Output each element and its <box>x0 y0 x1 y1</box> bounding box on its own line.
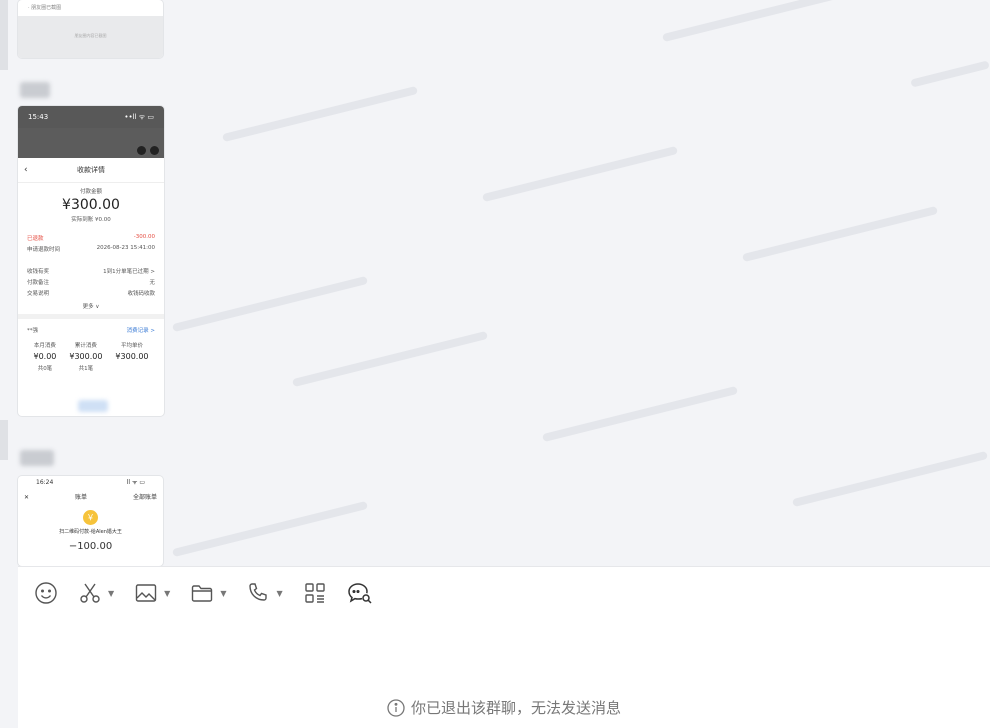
detail-value: 无 <box>149 280 155 286</box>
stat-label: 平均单价 <box>120 343 143 349</box>
phone-nav-bar: ✕ 账单 全部账单 <box>18 490 163 506</box>
more-link: 更多 ∨ <box>82 304 100 310</box>
payer-stats: 本月消费 ¥0.00 共0笔 累计消费 ¥300.00 共1笔 平均单价 ¥300.00 <box>27 337 155 376</box>
notice-text: 你已退出该群聊，无法发送消息 <box>410 699 621 717</box>
detail-label: 交易说明 <box>27 291 50 297</box>
back-icon: ‹ <box>24 165 28 175</box>
close-icon: ✕ <box>24 494 30 501</box>
payer-section: **强 消费记录 > 本月消费 ¥0.00 共0笔 累计消费 ¥300.00 共1笔 平均… <box>18 319 164 380</box>
watermark <box>292 330 488 388</box>
blurred-button <box>78 400 108 412</box>
emoji-icon <box>35 582 57 604</box>
status-icons: ll ᯤ ▭ <box>126 479 145 486</box>
image-placeholder-text: 朋友圈内容已截图 <box>18 16 163 58</box>
status-time: 15:43 <box>28 113 49 121</box>
stat-label: 累计消费 <box>74 343 97 349</box>
merchant-name: 扫二维码付款-给Alen婚大王 <box>59 529 122 535</box>
stat-sub: 共0笔 <box>37 366 53 372</box>
scroll-edge <box>0 0 8 70</box>
group-exit-notice: 你已退出该群聊，无法发送消息 <box>18 697 990 718</box>
phone-nav-bar: ‹ 收款详情 <box>18 158 164 183</box>
phone-status-bar: 16:24 ll ᯤ ▭ <box>18 476 163 490</box>
amount-label: 付款金额 <box>79 189 102 195</box>
composer-toolbar: ▼ ▼ ▼ ▼ <box>18 567 990 619</box>
refund-time-label: 申请退款时间 <box>27 247 61 253</box>
more-icon <box>137 146 146 155</box>
refund-time-value: 2026-08-23 15:41:00 <box>96 245 155 251</box>
stat-sub: 共1笔 <box>78 366 94 372</box>
sender-name-blurred <box>20 450 54 466</box>
chevron-down-icon[interactable]: ▼ <box>108 589 114 598</box>
stat-value: ¥0.00 <box>33 352 57 361</box>
detail-label: 收钱有奖 <box>27 269 50 275</box>
sender-name-blurred <box>20 82 50 98</box>
all-bills-link: 全部账单 <box>132 494 157 501</box>
detail-section: 收钱有奖 1到1分单笔已过期 > 付款备注 无 交易说明 收钱码收款 更多 ∨ <box>18 260 164 314</box>
watermark <box>910 60 990 88</box>
chat-history-search-button[interactable] <box>347 581 373 605</box>
coin-icon: ￥ <box>83 510 98 525</box>
detail-value: 收钱码收款 <box>127 291 155 297</box>
message-composer: ▼ ▼ ▼ ▼ 你已退出该群聊，无法发送消息 <box>18 566 990 728</box>
detail-value: 1到1分单笔已过期 > <box>103 269 155 275</box>
image-button[interactable]: ▼ <box>134 581 170 605</box>
phone-icon <box>249 583 268 601</box>
watermark <box>542 385 738 443</box>
bill-amount: −100.00 <box>68 541 113 552</box>
stat-value: ¥300.00 <box>115 352 149 361</box>
watermark <box>222 85 418 143</box>
phone-overlay-bar <box>18 128 164 158</box>
refunded-value: -300.00 <box>133 234 155 240</box>
image-caption: · 朋友圈已截图 <box>18 0 163 17</box>
amount-value: ¥300.00 <box>62 197 120 213</box>
chevron-down-icon[interactable]: ▼ <box>164 589 170 598</box>
info-icon <box>387 698 405 717</box>
folder-icon <box>192 585 213 602</box>
nav-title: 账单 <box>75 494 88 501</box>
chat-search-icon <box>347 583 372 604</box>
refunded-label: 已退款 <box>27 236 44 242</box>
received-label: 实际到账 <box>71 217 94 223</box>
payer-name: **强 <box>27 328 39 334</box>
watermark <box>482 145 678 203</box>
chevron-down-icon[interactable]: ▼ <box>220 589 226 598</box>
nav-title: 收款详情 <box>77 166 105 174</box>
image-icon <box>135 584 157 602</box>
received-value: ¥0.00 <box>95 217 111 223</box>
watermark <box>792 450 988 508</box>
status-icons: ••ll ᯤ ▭ <box>124 113 154 121</box>
scissors-icon <box>80 583 100 603</box>
screenshot-button[interactable]: ▼ <box>78 581 114 605</box>
stat-label: 本月消费 <box>33 343 56 349</box>
payer-link: 消费记录 > <box>126 328 155 334</box>
chat-image-message[interactable]: 15:43 ••ll ᯤ ▭ ‹ 收款详情 付款金额 ¥300.00 实际到账 … <box>18 106 164 416</box>
stat-value: ¥300.00 <box>69 352 103 361</box>
scroll-edge <box>0 420 8 460</box>
watermark <box>662 0 858 43</box>
chat-image-message[interactable]: 16:24 ll ᯤ ▭ ✕ 账单 全部账单 ￥ 扫二维码付款-给Alen婚大王… <box>18 476 163 566</box>
apps-button[interactable] <box>303 581 327 605</box>
refund-section: 已退款 -300.00 申请退款时间 2026-08-23 15:41:00 <box>18 227 164 260</box>
chat-image-message[interactable]: · 朋友圈已截图 朋友圈内容已截图 <box>18 0 163 58</box>
watermark <box>172 500 368 558</box>
chevron-down-icon[interactable]: ▼ <box>276 589 282 598</box>
call-button[interactable]: ▼ <box>246 581 283 605</box>
chat-history[interactable]: · 朋友圈已截图 朋友圈内容已截图 15:43 ••ll ᯤ ▭ ‹ 收款详情 … <box>0 0 990 566</box>
amount-section: 付款金额 ¥300.00 实际到账 ¥0.00 <box>18 183 164 227</box>
file-button[interactable]: ▼ <box>190 581 226 605</box>
close-icon <box>150 146 159 155</box>
watermark <box>172 275 368 333</box>
watermark <box>742 205 938 263</box>
status-time: 16:24 <box>36 479 54 486</box>
emoji-button[interactable] <box>34 581 58 605</box>
phone-status-bar: 15:43 ••ll ᯤ ▭ <box>18 106 164 128</box>
detail-label: 付款备注 <box>27 280 50 286</box>
apps-icon <box>304 583 325 603</box>
